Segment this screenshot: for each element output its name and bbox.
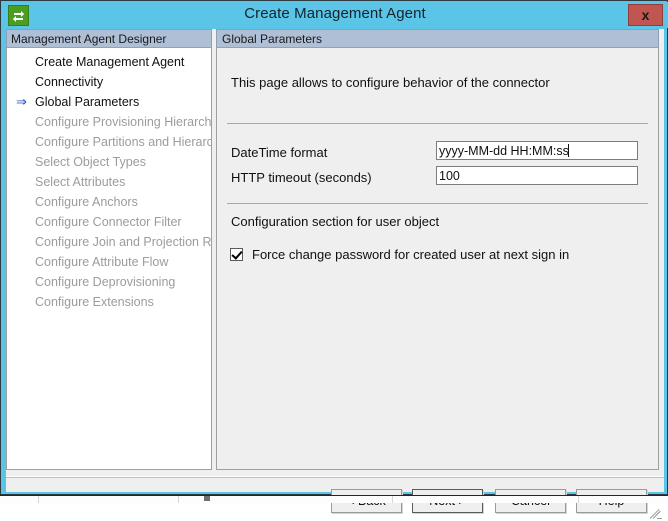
sidebar-item-configure-deprovisioning: Configure Deprovisioning (7, 272, 211, 292)
sidebar-item-configure-extensions: Configure Extensions (7, 292, 211, 312)
force-change-password-label: Force change password for created user a… (252, 247, 569, 262)
datetime-format-input[interactable] (436, 141, 638, 160)
step-arrow-icon (16, 152, 32, 172)
step-arrow-icon (16, 292, 32, 312)
http-timeout-label: HTTP timeout (seconds) (231, 170, 372, 185)
sidebar-panel: Management Agent Designer Create Managem… (6, 29, 212, 470)
window-title: Create Management Agent (2, 5, 668, 22)
text-caret (568, 144, 569, 157)
sidebar-item-label: Configure Deprovisioning (35, 275, 175, 289)
sidebar-item-label: Configure Anchors (35, 195, 138, 209)
sidebar-item-label: Configure Provisioning Hierarchy (35, 115, 212, 129)
page-description: This page allows to configure behavior o… (231, 75, 550, 90)
sidebar-item-configure-join-and-projection-rules: Configure Join and Projection Rules (7, 232, 211, 252)
sidebar-item-global-parameters[interactable]: ⇒ Global Parameters (7, 92, 211, 112)
sidebar-item-create-management-agent[interactable]: Create Management Agent (7, 52, 211, 72)
sidebar-item-configure-attribute-flow: Configure Attribute Flow (7, 252, 211, 272)
sidebar-item-select-attributes: Select Attributes (7, 172, 211, 192)
sidebar-body: Create Management Agent Connectivity ⇒ G… (6, 47, 212, 470)
step-arrow-icon (16, 52, 32, 72)
sidebar-item-label: Configure Attribute Flow (35, 255, 168, 269)
close-button[interactable]: x (628, 4, 663, 26)
sidebar-item-label: Configure Partitions and Hierarchies (35, 135, 212, 149)
sidebar-item-connectivity[interactable]: Connectivity (7, 72, 211, 92)
current-step-arrow-icon: ⇒ (16, 92, 32, 112)
sidebar-item-configure-anchors: Configure Anchors (7, 192, 211, 212)
wizard-step-list: Create Management Agent Connectivity ⇒ G… (7, 48, 211, 312)
button-bar-divider (6, 476, 664, 478)
dialog-window: Create Management Agent x Management Age… (0, 0, 668, 495)
sidebar-item-label: Connectivity (35, 75, 103, 89)
sidebar-item-label: Select Attributes (35, 175, 125, 189)
taskbar-active-item[interactable] (204, 496, 210, 501)
resize-grip[interactable] (648, 506, 662, 520)
step-arrow-icon (16, 72, 32, 92)
sidebar-item-label: Create Management Agent (35, 55, 184, 69)
main-panel-body: This page allows to configure behavior o… (216, 47, 659, 470)
step-arrow-icon (16, 232, 32, 252)
sidebar-item-configure-provisioning-hierarchy: Configure Provisioning Hierarchy (7, 112, 211, 132)
sidebar-item-configure-connector-filter: Configure Connector Filter (7, 212, 211, 232)
step-arrow-icon (16, 272, 32, 292)
step-arrow-icon (16, 192, 32, 212)
sidebar-item-select-object-types: Select Object Types (7, 152, 211, 172)
sidebar-item-label: Select Object Types (35, 155, 146, 169)
main-panel: Global Parameters This page allows to co… (216, 29, 659, 470)
sidebar-item-label: Global Parameters (35, 95, 139, 109)
sidebar-item-label: Configure Connector Filter (35, 215, 182, 229)
step-arrow-icon (16, 172, 32, 192)
sidebar-item-label: Configure Join and Projection Rules (35, 235, 212, 249)
sidebar-header: Management Agent Designer (6, 29, 212, 47)
sidebar-item-label: Configure Extensions (35, 295, 154, 309)
main-panel-header: Global Parameters (216, 29, 659, 47)
http-timeout-input[interactable] (436, 166, 638, 185)
step-arrow-icon (16, 132, 32, 152)
step-arrow-icon (16, 252, 32, 272)
datetime-format-label: DateTime format (231, 145, 327, 160)
divider-top (227, 123, 648, 124)
client-area: Management Agent Designer Create Managem… (6, 29, 664, 492)
title-bar: Create Management Agent x (2, 2, 668, 28)
step-arrow-icon (16, 212, 32, 232)
user-object-section-label: Configuration section for user object (231, 214, 439, 229)
divider-bottom (227, 203, 648, 204)
sidebar-item-configure-partitions-and-hierarchies: Configure Partitions and Hierarchies (7, 132, 211, 152)
force-change-password-checkbox-row[interactable]: Force change password for created user a… (230, 246, 569, 262)
checkmark-icon[interactable] (230, 248, 243, 261)
step-arrow-icon (16, 112, 32, 132)
